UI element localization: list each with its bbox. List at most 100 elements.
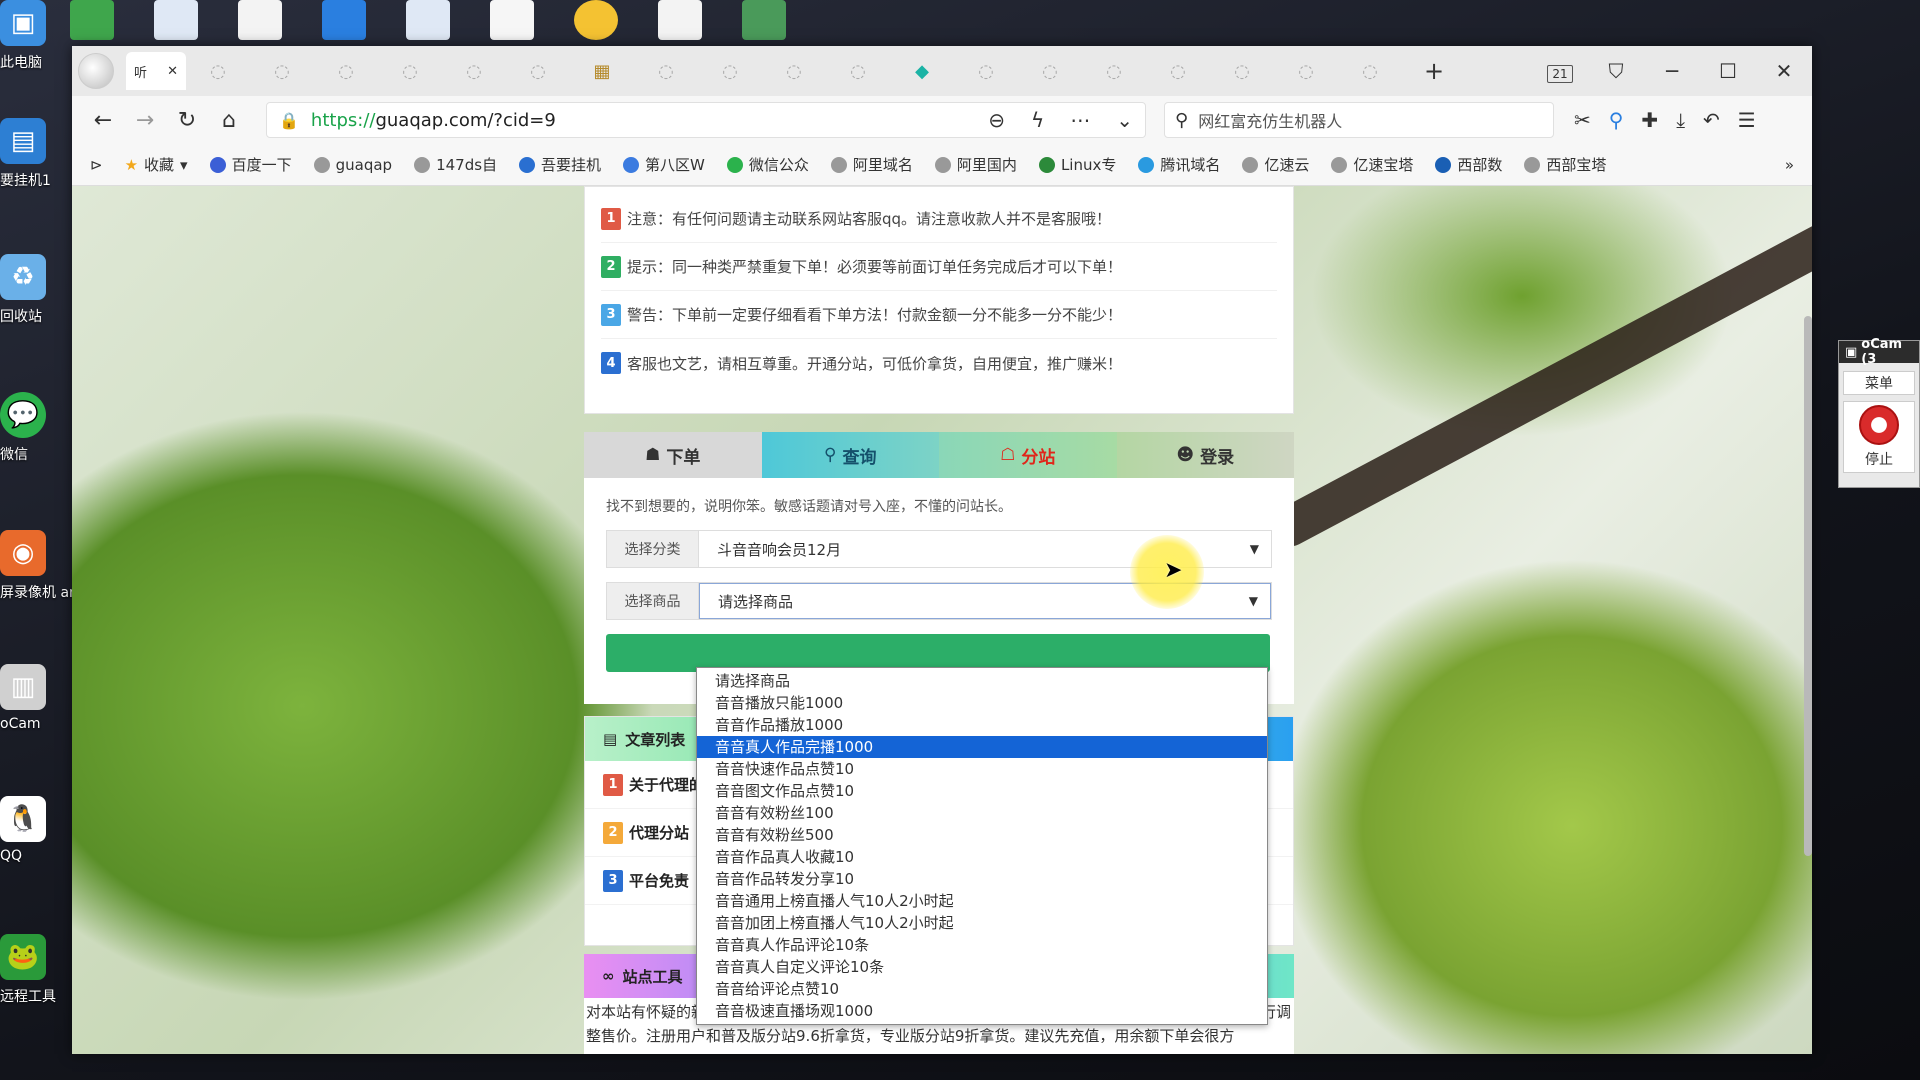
bookmark-item[interactable]: guaqap <box>313 156 392 174</box>
desktop-icon-recorder[interactable]: ◉ 屏录像机 am)50... <box>0 530 119 602</box>
new-tab-icon[interactable]: + <box>1402 52 1466 90</box>
tab-order[interactable]: ☗ 下单 <box>584 432 762 478</box>
tab-count-badge[interactable]: 21 <box>1532 59 1588 83</box>
sidebar-toggle-icon[interactable]: ⊳ <box>90 156 103 174</box>
bookmark-item[interactable]: 微信公众 <box>726 154 809 175</box>
zoom-icon[interactable]: ⊖ <box>988 108 1005 132</box>
desktop-icon-recycle[interactable]: ♻ 回收站 <box>0 254 72 326</box>
desktop-icon-qq[interactable]: 🐧 QQ <box>0 796 72 864</box>
dropdown-option[interactable]: 音音作品转发分享10 <box>697 868 1267 890</box>
chevron-down-icon[interactable]: ⌄ <box>1116 108 1133 132</box>
forward-icon[interactable]: → <box>124 108 166 133</box>
download-icon[interactable]: ⤓ <box>1676 108 1685 132</box>
desktop-icon-ocam[interactable]: ▥ oCam <box>0 664 72 732</box>
tab-favicon-icon[interactable]: ◆ <box>890 52 954 90</box>
desktop-icon-computer[interactable]: ▣ 此电脑 <box>0 0 72 72</box>
archive-icon[interactable] <box>742 0 786 40</box>
bookmark-item[interactable]: 亿速宝塔 <box>1331 154 1413 175</box>
dropdown-option[interactable]: 音音加团上榜直播人气10人2小时起 <box>697 912 1267 934</box>
maximize-icon[interactable]: ☐ <box>1700 59 1756 83</box>
dropdown-option[interactable]: 音音作品真人收藏10 <box>697 846 1267 868</box>
bookmark-favorites[interactable]: ★ 收藏 ▾ <box>125 154 188 175</box>
home-icon[interactable]: ⌂ <box>208 108 250 133</box>
tab-globe-icon[interactable]: ◌ <box>378 52 442 90</box>
bookmark-item[interactable]: Linux专 <box>1038 154 1116 175</box>
dropdown-option[interactable]: 音音图文作品点赞10 <box>697 780 1267 802</box>
tab-favicon-icon[interactable]: ▦ <box>570 52 634 90</box>
blank-doc-icon-2[interactable] <box>658 0 702 40</box>
ie-shortcut-icon[interactable] <box>70 0 114 40</box>
tab-globe-icon[interactable]: ◌ <box>506 52 570 90</box>
magnifier-icon[interactable]: ⚲ <box>1609 108 1624 132</box>
tab-globe-icon[interactable]: ◌ <box>954 52 1018 90</box>
bookmark-item[interactable]: 百度一下 <box>209 154 292 175</box>
tab-globe-icon[interactable]: ◌ <box>1274 52 1338 90</box>
dropdown-option[interactable]: 音音快速作品点赞10 <box>697 758 1267 780</box>
text-doc-icon[interactable] <box>490 0 534 40</box>
tab-globe-icon[interactable]: ◌ <box>1146 52 1210 90</box>
word-doc-icon[interactable] <box>154 0 198 40</box>
extension-icon[interactable]: ✚ <box>1641 108 1658 132</box>
dropdown-option[interactable]: 音音播放只能1000 <box>697 692 1267 714</box>
dropdown-option[interactable]: 音音有效粉丝500 <box>697 824 1267 846</box>
tab-globe-icon[interactable]: ◌ <box>762 52 826 90</box>
more-bookmarks-icon[interactable]: » <box>1785 156 1794 174</box>
bookmark-item[interactable]: 西部宝塔 <box>1524 154 1606 175</box>
bookmark-item[interactable]: 第八区W <box>623 154 705 175</box>
bookmark-item[interactable]: 亿速云 <box>1242 154 1309 175</box>
url-input[interactable]: 🔒 https://guaqap.com/?cid=9 ⊖ ϟ ⋯ ⌄ <box>266 102 1146 138</box>
tab-globe-icon[interactable]: ◌ <box>1082 52 1146 90</box>
lightning-icon[interactable]: ϟ <box>1031 108 1044 132</box>
undo-icon[interactable]: ↶ <box>1703 108 1720 132</box>
bookmark-item[interactable]: 吾要挂机 <box>519 154 601 175</box>
bookmark-item[interactable]: 147ds自 <box>414 154 497 175</box>
user-avatar[interactable] <box>78 53 114 89</box>
tab-globe-icon[interactable]: ◌ <box>1210 52 1274 90</box>
dropdown-option[interactable]: 音音通用上榜直播人气10人2小时起 <box>697 890 1267 912</box>
tab-substation[interactable]: ☖ 分站 <box>939 432 1117 478</box>
tab-globe-icon[interactable]: ◌ <box>442 52 506 90</box>
tab-globe-icon[interactable]: ◌ <box>698 52 762 90</box>
app-shortcut-icon[interactable] <box>322 0 366 40</box>
tab-globe-icon[interactable]: ◌ <box>186 52 250 90</box>
back-icon[interactable]: ← <box>82 108 124 133</box>
ocam-menu-button[interactable]: 菜单 <box>1843 371 1915 395</box>
bookmark-item[interactable]: 阿里域名 <box>830 154 913 175</box>
dropdown-option[interactable]: 音音真人作品评论10条 <box>697 934 1267 956</box>
desktop-icon-wechat[interactable]: 💬 微信 <box>0 392 72 464</box>
badge-app-icon[interactable] <box>574 0 618 40</box>
tab-query[interactable]: ⚲ 查询 <box>761 432 939 478</box>
desktop-icon-shortcut[interactable]: ▤ 要挂机1 <box>0 118 72 190</box>
dropdown-option[interactable]: 音音极速直播场观1000 <box>697 1000 1267 1022</box>
scissors-icon[interactable]: ✂ <box>1574 108 1591 132</box>
menu-icon[interactable]: ☰ <box>1738 108 1756 132</box>
dropdown-option[interactable]: 音音有效粉丝100 <box>697 802 1267 824</box>
ocam-stop-button[interactable]: 停止 <box>1843 401 1915 473</box>
desktop-icon-remote[interactable]: 🐸 远程工具 <box>0 934 72 1006</box>
shirt-icon[interactable]: ⛉ <box>1588 59 1644 83</box>
search-input[interactable]: ⚲ 网红富充仿生机器人 <box>1164 102 1554 138</box>
reload-icon[interactable]: ↻ <box>166 108 208 133</box>
ocam-title-bar[interactable]: ▣ oCam (3 <box>1839 337 1919 367</box>
tab-globe-icon[interactable]: ◌ <box>250 52 314 90</box>
tab-globe-icon[interactable]: ◌ <box>1018 52 1082 90</box>
tab-globe-icon[interactable]: ◌ <box>1338 52 1402 90</box>
bookmark-item[interactable]: 腾讯域名 <box>1138 154 1220 175</box>
tab-login[interactable]: ☻ 登录 <box>1116 432 1294 478</box>
blank-doc-icon[interactable] <box>238 0 282 40</box>
product-dropdown-list[interactable]: 请选择商品 音音播放只能1000 音音作品播放1000 音音真人作品完播1000… <box>696 667 1268 1025</box>
tab-globe-icon[interactable]: ◌ <box>634 52 698 90</box>
tab-active[interactable]: 听 ✕ <box>126 52 186 90</box>
more-icon[interactable]: ⋯ <box>1070 108 1090 132</box>
word-doc-icon-2[interactable] <box>406 0 450 40</box>
bookmark-item[interactable]: 阿里国内 <box>934 154 1017 175</box>
dropdown-option[interactable]: 音音真人自定义评论10条 <box>697 956 1267 978</box>
tab-close-icon[interactable]: ✕ <box>167 64 178 79</box>
tab-globe-icon[interactable]: ◌ <box>826 52 890 90</box>
minimize-icon[interactable]: ─ <box>1644 59 1700 83</box>
bookmark-item[interactable]: 西部数 <box>1435 154 1502 175</box>
dropdown-option[interactable]: 请选择商品 <box>697 670 1267 692</box>
dropdown-option-highlighted[interactable]: 音音真人作品完播1000 <box>697 736 1267 758</box>
close-icon[interactable]: ✕ <box>1756 59 1812 83</box>
page-scrollbar[interactable] <box>1804 316 1812 856</box>
